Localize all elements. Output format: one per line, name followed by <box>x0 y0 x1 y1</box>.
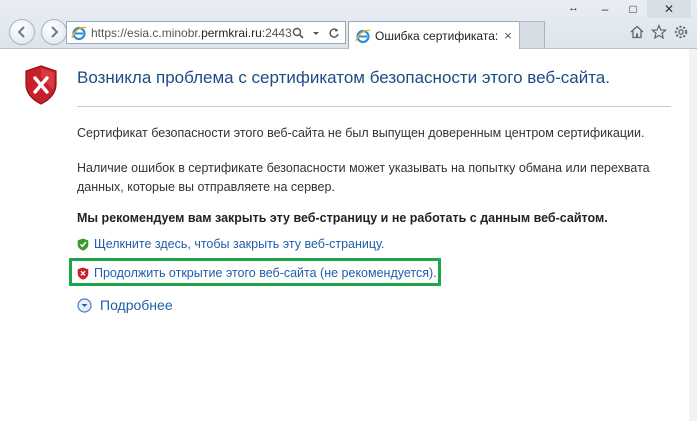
green-shield-check-icon <box>77 238 89 251</box>
favorites-star-icon[interactable] <box>651 24 667 40</box>
recommendation-message: Мы рекомендуем вам закрыть эту веб-стран… <box>77 211 608 225</box>
certificate-error-page: Возникла проблема с сертификатом безопас… <box>0 49 697 421</box>
search-icon <box>292 27 304 39</box>
more-info-row: Подробнее <box>77 297 173 313</box>
close-page-link[interactable]: Щелкните здесь, чтобы закрыть эту веб-ст… <box>94 237 385 251</box>
red-shield-x-icon <box>77 267 89 280</box>
page-title: Возникла проблема с сертификатом безопас… <box>77 68 610 87</box>
continue-site-row: Продолжить открытие этого веб-сайта (не … <box>77 266 437 280</box>
continue-to-site-link[interactable]: Продолжить открытие этого веб-сайта (не … <box>94 266 437 280</box>
forward-button[interactable] <box>41 19 67 45</box>
resize-arrow-icon[interactable]: ↔ <box>568 2 579 14</box>
tab-ie-logo-icon <box>355 29 371 43</box>
home-icon[interactable] <box>629 24 645 40</box>
forward-arrow-icon <box>51 26 59 38</box>
back-button[interactable] <box>9 19 35 45</box>
url-prefix: https://esia.c.minobr. <box>91 25 202 40</box>
new-tab-button[interactable] <box>519 21 545 48</box>
tab-certificate-error[interactable]: Ошибка сертификата: пер... × <box>348 21 520 49</box>
url-suffix: :2443/ <box>261 25 291 40</box>
tab-close-button[interactable]: × <box>500 28 516 43</box>
close-page-row: Щелкните здесь, чтобы закрыть эту веб-ст… <box>77 237 385 251</box>
minimize-button[interactable]: – <box>591 0 619 18</box>
error-shield-icon <box>25 65 57 105</box>
gear-icon[interactable] <box>673 24 689 40</box>
tab-title: Ошибка сертификата: пер... <box>375 28 500 43</box>
url-host: permkrai.ru <box>201 25 262 40</box>
close-window-button[interactable]: ✕ <box>647 0 691 18</box>
title-divider <box>77 106 671 107</box>
toolbar-icons <box>629 24 689 40</box>
search-button[interactable] <box>291 26 305 40</box>
refresh-button[interactable] <box>327 26 341 40</box>
dropdown-button[interactable] <box>309 26 323 40</box>
address-bar[interactable]: https://esia.c.minobr.permkrai.ru:2443/ <box>66 21 346 44</box>
back-arrow-icon <box>17 26 25 38</box>
more-info-link[interactable]: Подробнее <box>100 297 173 313</box>
refresh-icon <box>329 27 339 38</box>
ie-logo-icon <box>71 26 87 40</box>
page-scrollbar[interactable] <box>689 49 697 421</box>
chevron-down-icon <box>313 31 319 35</box>
maximize-button[interactable]: □ <box>619 0 647 18</box>
certificate-issuer-message: Сертификат безопасности этого веб-сайта … <box>77 126 645 140</box>
certificate-warning-message: Наличие ошибок в сертификате безопасност… <box>77 161 650 194</box>
window-controls: – □ ✕ <box>591 0 691 18</box>
url-text[interactable]: https://esia.c.minobr.permkrai.ru:2443/ <box>91 26 291 40</box>
expand-chevron-icon[interactable] <box>77 297 92 313</box>
browser-chrome: ↔ – □ ✕ https://esia.c.minobr.permkrai.r… <box>0 0 697 49</box>
